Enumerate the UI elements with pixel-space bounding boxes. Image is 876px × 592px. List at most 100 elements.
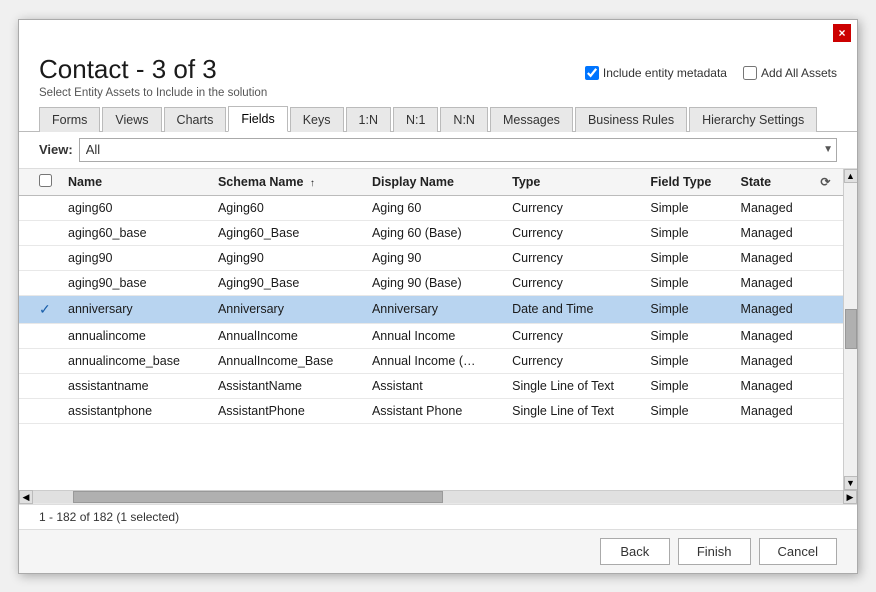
refresh-icon[interactable]: ⟳	[820, 175, 830, 189]
col-name[interactable]: Name	[60, 169, 210, 196]
cell-state: Managed	[733, 195, 813, 220]
cell-name: aging60_base	[60, 220, 210, 245]
v-scroll-thumb[interactable]	[845, 309, 857, 349]
cell-type: Currency	[504, 245, 642, 270]
tab-views[interactable]: Views	[102, 107, 161, 132]
cell-display-name: Annual Income	[364, 323, 504, 348]
h-scroll-right-arrow[interactable]: ▶	[843, 490, 857, 504]
cell-type: Currency	[504, 220, 642, 245]
tab-fields[interactable]: Fields	[228, 106, 287, 132]
select-all-checkbox[interactable]	[39, 174, 52, 187]
v-scroll-down-arrow[interactable]: ▼	[844, 476, 858, 490]
table-row[interactable]: assistantnameAssistantNameAssistantSingl…	[19, 373, 843, 398]
table-row[interactable]: annualincomeAnnualIncomeAnnual IncomeCur…	[19, 323, 843, 348]
cell-type: Currency	[504, 348, 642, 373]
col-schema-name[interactable]: Schema Name ↑	[210, 169, 364, 196]
include-metadata-option: Include entity metadata	[585, 66, 727, 80]
row-checkmark: ✓	[39, 301, 51, 317]
tab-messages[interactable]: Messages	[490, 107, 573, 132]
cell-name: assistantname	[60, 373, 210, 398]
cell-type: Currency	[504, 323, 642, 348]
col-display-name[interactable]: Display Name	[364, 169, 504, 196]
tab-n:1[interactable]: N:1	[393, 107, 438, 132]
cell-schema-name: AssistantPhone	[210, 398, 364, 423]
table-row[interactable]: assistantphoneAssistantPhoneAssistant Ph…	[19, 398, 843, 423]
cell-name: aging60	[60, 195, 210, 220]
tab-business-rules[interactable]: Business Rules	[575, 107, 687, 132]
cell-type: Single Line of Text	[504, 373, 642, 398]
back-button[interactable]: Back	[600, 538, 670, 565]
cell-field-type: Simple	[642, 398, 732, 423]
tab-1:n[interactable]: 1:N	[346, 107, 391, 132]
cell-name: anniversary	[60, 295, 210, 323]
cell-extra	[812, 373, 843, 398]
cell-state: Managed	[733, 373, 813, 398]
tab-forms[interactable]: Forms	[39, 107, 100, 132]
tab-n:n[interactable]: N:N	[440, 107, 488, 132]
tab-keys[interactable]: Keys	[290, 107, 344, 132]
add-all-assets-checkbox[interactable]	[743, 66, 757, 80]
row-checkbox-cell	[19, 245, 60, 270]
cell-name: annualincome_base	[60, 348, 210, 373]
row-checkbox-cell	[19, 220, 60, 245]
view-dropdown[interactable]: All	[79, 138, 837, 162]
cell-display-name: Assistant	[364, 373, 504, 398]
include-metadata-label: Include entity metadata	[603, 66, 727, 80]
col-field-type[interactable]: Field Type	[642, 169, 732, 196]
row-checkbox-cell	[19, 398, 60, 423]
cell-extra	[812, 295, 843, 323]
cell-type: Currency	[504, 270, 642, 295]
table-wrapper: Name Schema Name ↑ Display Name Type Fie…	[19, 169, 857, 490]
cell-extra	[812, 195, 843, 220]
cell-extra	[812, 245, 843, 270]
cell-schema-name: Aging60	[210, 195, 364, 220]
cell-state: Managed	[733, 348, 813, 373]
tab-charts[interactable]: Charts	[164, 107, 227, 132]
h-scroll-left-arrow[interactable]: ◀	[19, 490, 33, 504]
close-button[interactable]: ×	[833, 24, 851, 42]
col-state[interactable]: State	[733, 169, 813, 196]
cell-display-name: Aging 60	[364, 195, 504, 220]
tab-hierarchy-settings[interactable]: Hierarchy Settings	[689, 107, 817, 132]
v-scroll-up-arrow[interactable]: ▲	[844, 169, 858, 183]
h-scroll-thumb[interactable]	[73, 491, 443, 503]
table-scroll-area[interactable]: Name Schema Name ↑ Display Name Type Fie…	[19, 169, 843, 490]
cell-field-type: Simple	[642, 373, 732, 398]
table-header-row: Name Schema Name ↑ Display Name Type Fie…	[19, 169, 843, 196]
cell-schema-name: AnnualIncome	[210, 323, 364, 348]
table-row[interactable]: aging90Aging90Aging 90CurrencySimpleMana…	[19, 245, 843, 270]
col-check	[19, 169, 60, 196]
view-dropdown-wrapper: All	[79, 138, 837, 162]
table-row[interactable]: aging60_baseAging60_BaseAging 60 (Base)C…	[19, 220, 843, 245]
cell-name: annualincome	[60, 323, 210, 348]
cell-field-type: Simple	[642, 220, 732, 245]
cancel-button[interactable]: Cancel	[759, 538, 837, 565]
cell-name: aging90_base	[60, 270, 210, 295]
cell-schema-name: Aging90	[210, 245, 364, 270]
cell-display-name: Aging 60 (Base)	[364, 220, 504, 245]
cell-state: Managed	[733, 398, 813, 423]
cell-type: Single Line of Text	[504, 398, 642, 423]
row-checkbox-cell: ✓	[19, 295, 60, 323]
cell-state: Managed	[733, 220, 813, 245]
table-row[interactable]: annualincome_baseAnnualIncome_BaseAnnual…	[19, 348, 843, 373]
cell-name: aging90	[60, 245, 210, 270]
table-row[interactable]: aging60Aging60Aging 60CurrencySimpleMana…	[19, 195, 843, 220]
row-checkbox-cell	[19, 195, 60, 220]
main-dialog: × Contact - 3 of 3 Select Entity Assets …	[18, 19, 858, 574]
cell-schema-name: AnnualIncome_Base	[210, 348, 364, 373]
table-row[interactable]: aging90_baseAging90_BaseAging 90 (Base)C…	[19, 270, 843, 295]
dialog-titlebar: ×	[19, 20, 857, 46]
dialog-footer: Back Finish Cancel	[19, 529, 857, 573]
col-type[interactable]: Type	[504, 169, 642, 196]
cell-schema-name: Aging90_Base	[210, 270, 364, 295]
finish-button[interactable]: Finish	[678, 538, 751, 565]
cell-display-name: Annual Income (…	[364, 348, 504, 373]
cell-extra	[812, 220, 843, 245]
cell-display-name: Aging 90 (Base)	[364, 270, 504, 295]
cell-field-type: Simple	[642, 348, 732, 373]
table-row[interactable]: ✓anniversaryAnniversaryAnniversaryDate a…	[19, 295, 843, 323]
cell-field-type: Simple	[642, 195, 732, 220]
include-metadata-checkbox[interactable]	[585, 66, 599, 80]
add-all-assets-label: Add All Assets	[761, 66, 837, 80]
